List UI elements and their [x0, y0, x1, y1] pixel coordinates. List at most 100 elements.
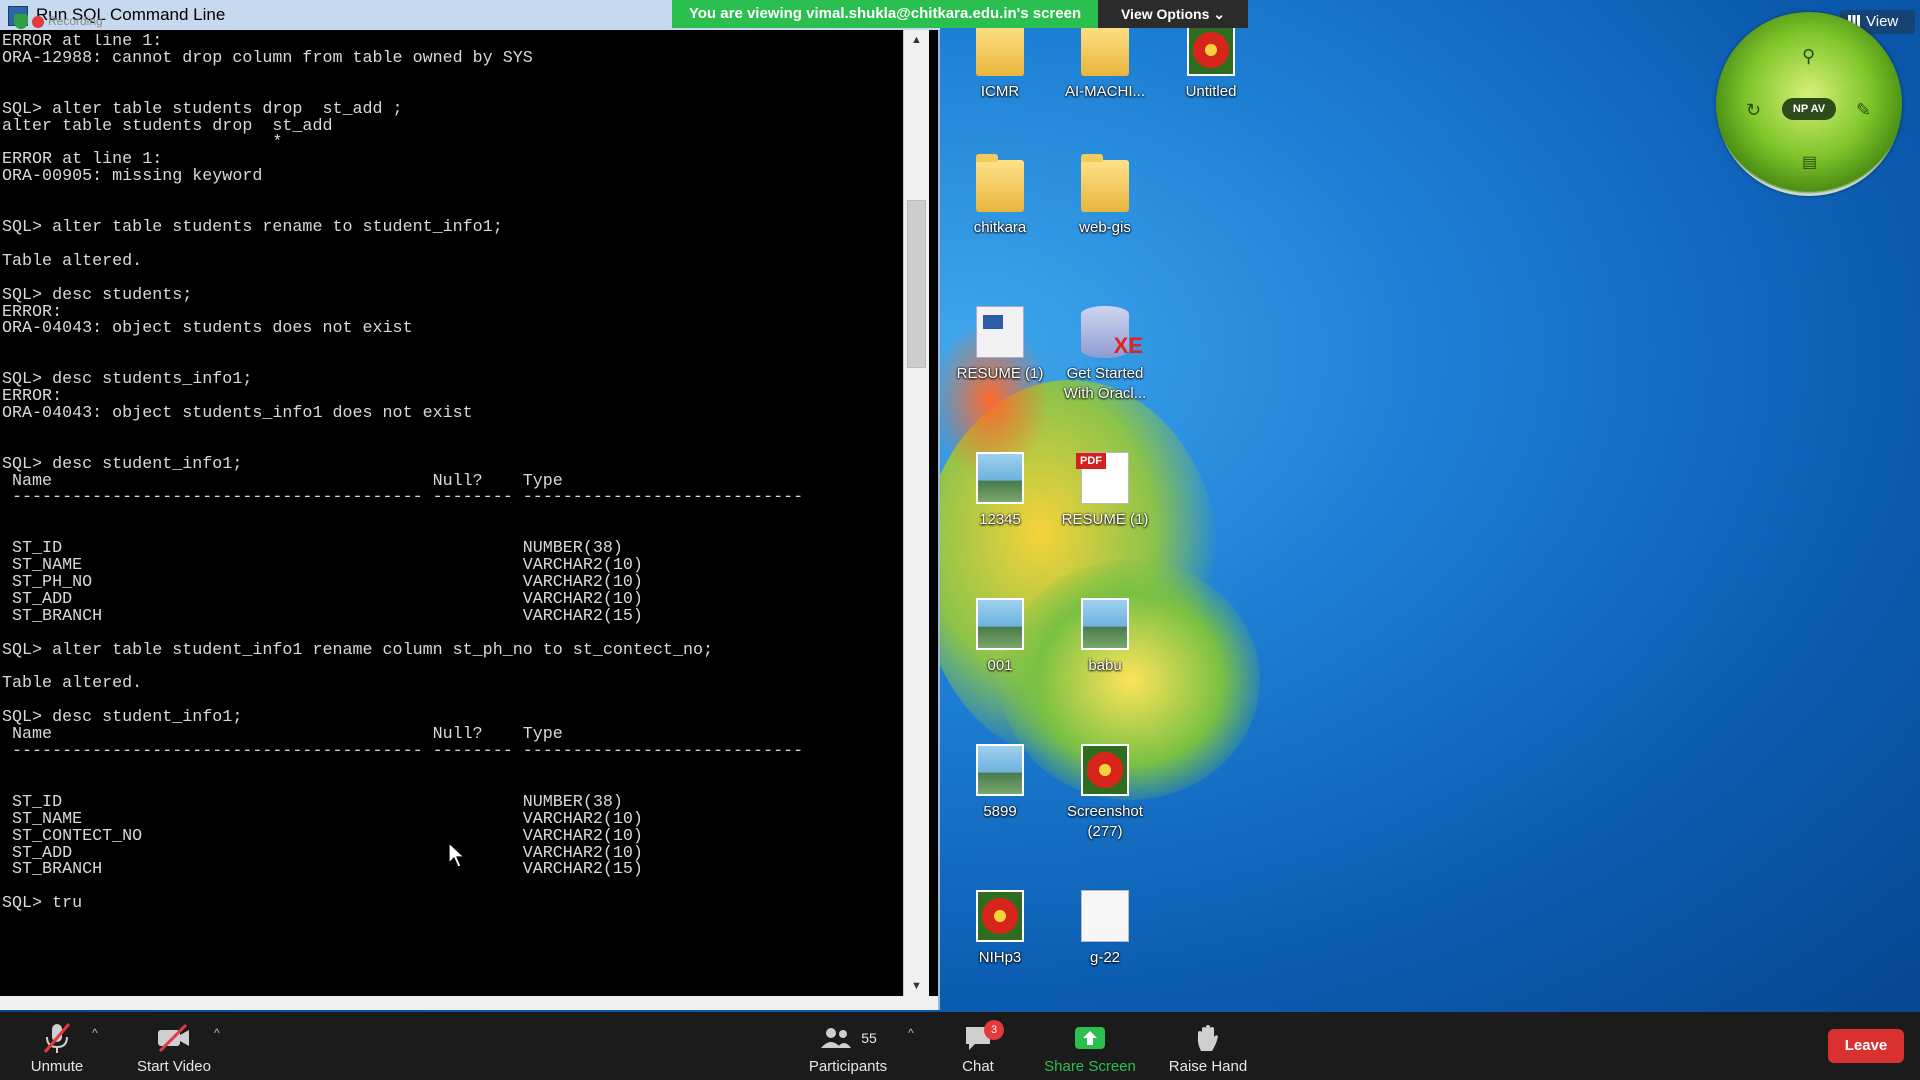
flower-image-icon [1081, 744, 1129, 796]
shield-icon [14, 14, 28, 30]
console-line: Table altered. [2, 251, 143, 271]
leave-button[interactable]: Leave [1828, 1029, 1904, 1063]
desktop-icon-ai-machi[interactable]: AI-MACHI... [1055, 18, 1155, 102]
console-line: ----------------------------------------… [2, 742, 804, 762]
console-line: SQL> desc students_info1; [2, 370, 253, 390]
desktop-icon-nihp3[interactable]: NIHp3 [950, 890, 1050, 968]
meeting-toolbar: Unmute ^ Start Video ^ 55 Participants ^… [0, 1012, 1920, 1080]
desktop-icon-icmr[interactable]: ICMR [950, 18, 1050, 102]
unmute-label: Unmute [30, 1058, 84, 1075]
chat-label: Chat [962, 1058, 994, 1075]
audio-options-chevron-icon[interactable]: ^ [92, 1026, 98, 1040]
console-line: SQL> alter table students rename to stud… [2, 217, 503, 237]
pdf-icon: PDF [1076, 452, 1129, 504]
folder-icon [976, 154, 1024, 212]
raise-hand-icon-wrap [1162, 1020, 1254, 1056]
desktop-icon-label: 5899 [983, 803, 1017, 820]
desktop-icon-label: babu [1088, 657, 1122, 674]
vertical-scrollbar[interactable]: ▲ ▼ [903, 30, 929, 996]
console-line: ORA-00905: missing keyword [2, 167, 263, 187]
desktop-icon-label: Untitled [1185, 83, 1237, 100]
chat-badge: 3 [984, 1020, 1004, 1040]
start-video-button[interactable]: Start Video [128, 1012, 220, 1080]
desktop-icon-resume-word[interactable]: RESUME (1) [950, 306, 1050, 384]
chat-button[interactable]: 3 Chat [948, 1012, 1008, 1080]
gadget-label: NP AV [1782, 98, 1836, 120]
participants-button[interactable]: 55 Participants [800, 1012, 896, 1080]
console-line: Table altered. [2, 674, 143, 694]
desktop-icon-label: RESUME (1) [956, 365, 1044, 382]
participants-icon-wrap: 55 [800, 1020, 896, 1056]
desktop-icon-12345[interactable]: 12345 [950, 452, 1050, 530]
raise-hand-icon [1197, 1025, 1218, 1051]
sql-command-window[interactable]: Run SQL Command Line Recording ERROR at … [0, 0, 940, 1010]
folder-icon [1081, 154, 1129, 212]
desktop-icon-oracle-xe[interactable]: XE Get Started With Oracl... [1055, 306, 1155, 404]
image-file-icon [976, 452, 1024, 504]
desktop-icon-untitled[interactable]: Untitled [1161, 24, 1261, 102]
desktop-icon-g-22[interactable]: g-22 [1055, 890, 1155, 968]
scrollbar-thumb[interactable] [907, 200, 926, 368]
desktop-icon-chitkara[interactable]: chitkara [950, 154, 1050, 238]
video-options-chevron-icon[interactable]: ^ [214, 1026, 220, 1040]
participant-count: 55 [861, 1030, 877, 1046]
scroll-up-arrow-icon[interactable]: ▲ [904, 30, 929, 50]
search-icon[interactable]: ⚲ [1802, 46, 1815, 67]
start-video-label: Start Video [137, 1058, 211, 1075]
desktop-icon-web-gis[interactable]: web-gis [1055, 154, 1155, 238]
report-icon[interactable]: ▤ [1802, 152, 1817, 172]
desktop-icon-resume-pdf[interactable]: PDF RESUME (1) [1055, 452, 1155, 530]
desktop-icon-label: Get Started With Oracl... [1063, 365, 1147, 402]
unmute-button[interactable]: Unmute [18, 1012, 96, 1080]
desktop-icon-label: RESUME (1) [1061, 511, 1149, 528]
console-line: SQL> alter table student_info1 rename co… [2, 640, 714, 660]
recording-indicator: Recording [14, 14, 103, 30]
antivirus-gadget[interactable]: ⚲ ↻ ✎ ▤ NP AV [1716, 12, 1902, 196]
console-line: ----------------------------------------… [2, 488, 804, 508]
desktop-icon-label: ICMR [980, 83, 1020, 100]
view-label: View [1866, 13, 1899, 30]
participants-options-chevron-icon[interactable]: ^ [908, 1026, 914, 1040]
record-dot-icon [32, 15, 44, 28]
folder-icon [976, 18, 1024, 76]
scroll-down-arrow-icon[interactable]: ▼ [904, 976, 929, 996]
view-options-button[interactable]: View Options ⌄ [1098, 0, 1248, 28]
console-line: SQL> desc students; [2, 285, 193, 305]
video-off-icon [128, 1020, 220, 1056]
image-file-icon [976, 744, 1024, 796]
desktop-icon-babu[interactable]: babu [1055, 598, 1155, 676]
flower-image-icon [976, 890, 1024, 942]
desktop-icon-label: 001 [987, 657, 1013, 674]
desktop-icon-label: g-22 [1089, 949, 1121, 966]
desktop-icon-001[interactable]: 001 [950, 598, 1050, 676]
refresh-icon[interactable]: ↻ [1746, 100, 1761, 121]
share-screen-icon [1075, 1027, 1105, 1049]
chevron-down-icon: ⌄ [1213, 6, 1226, 22]
console-line: SQL> tru [2, 894, 83, 914]
share-screen-button[interactable]: Share Screen [1040, 1012, 1140, 1080]
image-file-icon [1081, 598, 1129, 650]
chat-icon-wrap: 3 [948, 1020, 1008, 1056]
share-screen-label: Share Screen [1044, 1058, 1136, 1075]
raise-hand-button[interactable]: Raise Hand [1162, 1012, 1254, 1080]
blank-file-icon [1081, 890, 1129, 942]
flower-image-icon [1187, 24, 1235, 76]
console-line: ORA-12988: cannot drop column from table… [2, 48, 533, 68]
desktop-icon-screenshot-277[interactable]: Screenshot (277) [1055, 744, 1155, 842]
xe-badge: XE [1113, 333, 1143, 358]
desktop-icon-label: 12345 [979, 511, 1021, 528]
desktop-icon-label: web-gis [1079, 219, 1131, 236]
desktop-icon-label: NIHp3 [978, 949, 1022, 966]
desktop-icon-label: Screenshot (277) [1067, 803, 1143, 840]
mouse-cursor-icon [448, 842, 466, 868]
console-line: ORA-04043: object students_info1 does no… [2, 403, 473, 423]
wrench-icon[interactable]: ✎ [1856, 100, 1871, 121]
image-file-icon [976, 598, 1024, 650]
desktop-icon-5899[interactable]: 5899 [950, 744, 1050, 822]
